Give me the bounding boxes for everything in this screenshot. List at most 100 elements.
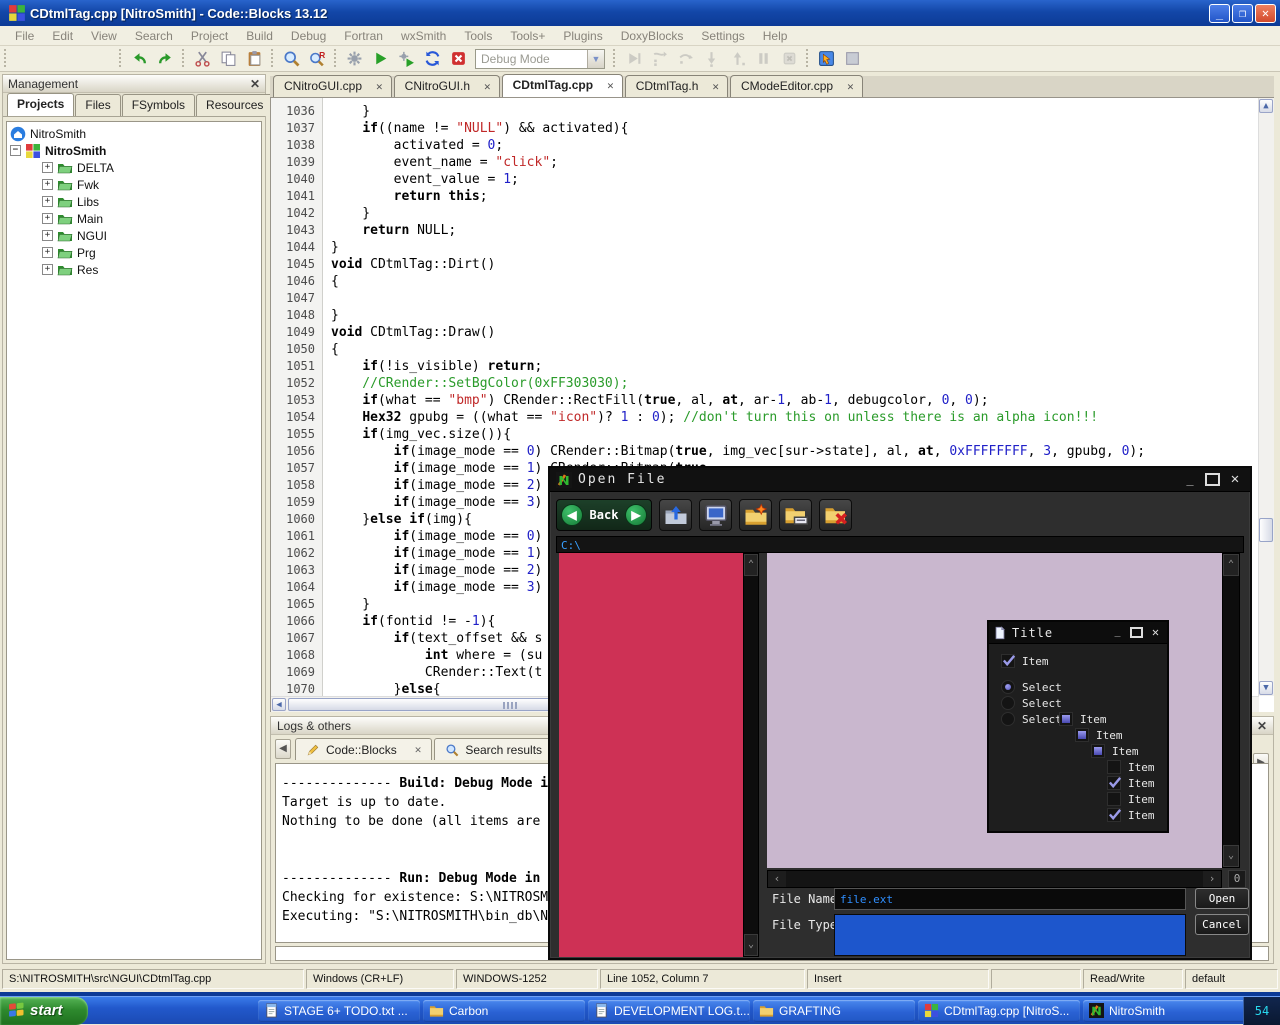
forward-arrow-icon[interactable]: ▶ <box>625 504 647 526</box>
block-button[interactable] <box>840 48 864 70</box>
scroll-left-icon[interactable]: ‹ <box>768 871 786 887</box>
rebuild-button[interactable] <box>420 48 444 70</box>
editor-tab-cdtmltag.cpp[interactable]: CDtmlTag.cpp✕ <box>502 74 623 97</box>
preview-square-item[interactable]: Item <box>1075 728 1123 742</box>
toolbar-grip[interactable] <box>269 49 276 69</box>
chevron-down-icon[interactable]: ▼ <box>587 50 604 68</box>
tab-close-icon[interactable]: ✕ <box>607 79 614 92</box>
preview-minimize-icon[interactable]: _ <box>1110 626 1125 639</box>
open-file-button[interactable] <box>38 48 62 70</box>
new-file-button[interactable] <box>12 48 36 70</box>
undo-button[interactable] <box>127 48 151 70</box>
menu-tools+[interactable]: Tools+ <box>501 27 554 45</box>
menu-edit[interactable]: Edit <box>43 27 82 45</box>
back-button[interactable]: ◀ Back ▶ <box>556 499 652 531</box>
left-panel-scrollbar[interactable]: ⌃ ⌄ <box>743 553 759 957</box>
preview-check-item[interactable]: Item <box>1107 792 1155 806</box>
preview-check-item[interactable]: Item <box>1107 808 1155 822</box>
taskbar-button-cdtmltag-cpp-nitros[interactable]: CDtmlTag.cpp [NitroS... <box>918 1000 1080 1022</box>
find-button[interactable] <box>279 48 303 70</box>
folder-new-button[interactable] <box>739 499 772 531</box>
tab-close-icon[interactable]: ✕ <box>376 80 383 93</box>
restore-button[interactable]: ❐ <box>1232 4 1253 23</box>
toggle-icon[interactable] <box>1075 728 1089 742</box>
folder-rename-button[interactable] <box>779 499 812 531</box>
build-target-combo[interactable]: Debug Mode▼ <box>475 49 605 69</box>
menu-plugins[interactable]: Plugins <box>554 27 611 45</box>
tab-files[interactable]: Files <box>75 94 120 116</box>
expand-icon[interactable]: + <box>42 264 53 275</box>
start-button[interactable]: start <box>0 997 88 1025</box>
scroll-up-icon[interactable]: ▲ <box>1259 99 1273 113</box>
toolbar-grip[interactable] <box>180 49 187 69</box>
file-list-scrollbar[interactable]: ⌃ ⌄ <box>1222 553 1240 868</box>
preview-maximize-icon[interactable] <box>1130 627 1143 638</box>
log-tab-code-blocks[interactable]: Code::Blocks✕ <box>295 738 432 760</box>
scroll-down-icon[interactable]: ▼ <box>1259 681 1273 695</box>
preview-check-item[interactable]: Item <box>1001 654 1049 668</box>
toolbar-grip[interactable] <box>611 49 618 69</box>
scroll-up-icon[interactable]: ⌃ <box>1223 554 1239 576</box>
scroll-right-icon[interactable]: › <box>1203 871 1221 887</box>
toolbar-grip[interactable] <box>332 49 339 69</box>
menu-view[interactable]: View <box>82 27 126 45</box>
tab-close-icon[interactable]: ✕ <box>484 80 491 93</box>
dialog-titlebar[interactable]: Open File _ ✕ <box>550 468 1250 492</box>
radio-icon[interactable] <box>1001 712 1015 726</box>
preview-check-item[interactable]: Item <box>1107 776 1155 790</box>
tree-item-main[interactable]: +Main <box>10 210 261 227</box>
toolbar-grip[interactable] <box>2 49 9 69</box>
tree-item-delta[interactable]: +DELTA <box>10 159 261 176</box>
abort-button[interactable] <box>446 48 470 70</box>
tree-item-ngui[interactable]: +NGUI <box>10 227 261 244</box>
taskbar-button-nitrosmith[interactable]: NitroSmith <box>1083 1000 1245 1022</box>
back-arrow-icon[interactable]: ◀ <box>561 504 583 526</box>
checkbox-icon[interactable] <box>1107 760 1121 774</box>
checkbox-icon[interactable] <box>1107 792 1121 806</box>
paste-button[interactable] <box>242 48 266 70</box>
menu-help[interactable]: Help <box>754 27 797 45</box>
menu-tools[interactable]: Tools <box>455 27 501 45</box>
checkbox-icon[interactable] <box>1001 654 1015 668</box>
menu-search[interactable]: Search <box>126 27 182 45</box>
debug-continue-button[interactable] <box>621 48 645 70</box>
management-close-icon[interactable]: ✕ <box>250 77 260 91</box>
tab-close-icon[interactable]: ✕ <box>712 80 719 93</box>
preview-radio-item[interactable]: Select <box>1001 680 1062 694</box>
save-button[interactable] <box>64 48 88 70</box>
minimize-button[interactable]: _ <box>1209 4 1230 23</box>
dialog-left-panel[interactable] <box>559 553 743 957</box>
tree-item-fwk[interactable]: +Fwk <box>10 176 261 193</box>
toggle-icon[interactable] <box>1091 744 1105 758</box>
collapse-icon[interactable]: − <box>10 145 21 156</box>
editor-tab-cdtmltag.h[interactable]: CDtmlTag.h✕ <box>625 75 728 97</box>
tree-item-prg[interactable]: +Prg <box>10 244 261 261</box>
taskbar-button-stage-6-todo-txt[interactable]: STAGE 6+ TODO.txt ... <box>258 1000 420 1022</box>
step-into-button[interactable] <box>699 48 723 70</box>
tree-item-nitrosmith[interactable]: −NitroSmith <box>10 142 261 159</box>
run-to-cursor-button[interactable] <box>647 48 671 70</box>
file-type-dropdown[interactable] <box>834 914 1186 956</box>
preview-radio-item[interactable]: Select <box>1001 712 1062 726</box>
preview-close-icon[interactable]: ✕ <box>1148 626 1163 639</box>
expand-icon[interactable]: + <box>42 162 53 173</box>
step-out-button[interactable] <box>725 48 749 70</box>
file-list-hscrollbar[interactable]: ‹ › <box>767 870 1222 888</box>
menu-debug[interactable]: Debug <box>282 27 335 45</box>
preview-titlebar[interactable]: Title _ ✕ <box>989 622 1167 644</box>
preview-radio-item[interactable]: Select <box>1001 696 1062 710</box>
dialog-close-icon[interactable]: ✕ <box>1226 472 1244 487</box>
tree-item-nitrosmith[interactable]: NitroSmith <box>10 125 261 142</box>
editor-tab-cnitrogui.h[interactable]: CNitroGUI.h✕ <box>394 75 500 97</box>
dialog-minimize-icon[interactable]: _ <box>1181 472 1199 487</box>
taskbar-button-development-log-t[interactable]: DEVELOPMENT LOG.t... <box>588 1000 750 1022</box>
tab-resources[interactable]: Resources <box>196 94 273 116</box>
replace-button[interactable]: R <box>305 48 329 70</box>
next-line-button[interactable] <box>673 48 697 70</box>
build-run-button[interactable] <box>394 48 418 70</box>
preview-square-item[interactable]: Item <box>1059 712 1107 726</box>
scroll-up-icon[interactable]: ⌃ <box>744 554 758 576</box>
menu-settings[interactable]: Settings <box>692 27 753 45</box>
toolbar-grip[interactable] <box>117 49 124 69</box>
dialog-maximize-icon[interactable] <box>1205 473 1220 486</box>
